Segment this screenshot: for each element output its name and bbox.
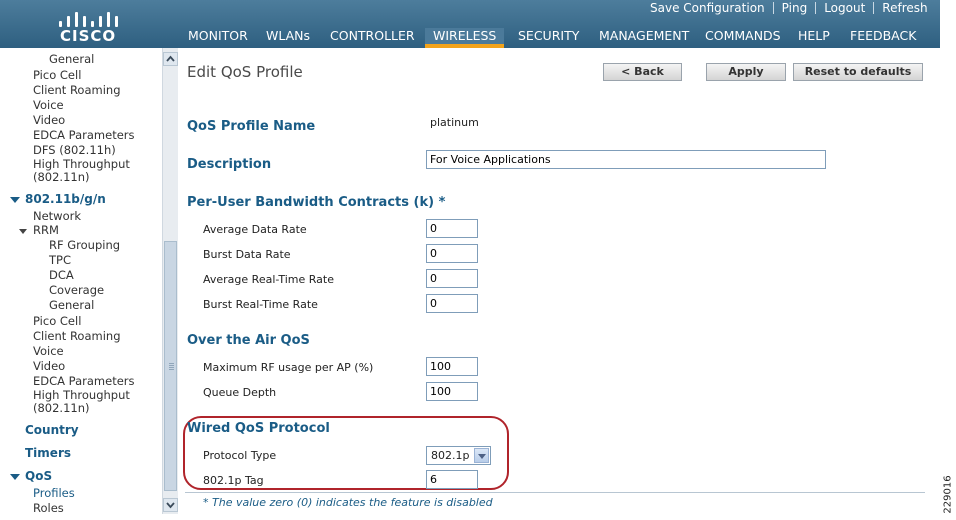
sidebar-item-pico-cell[interactable]: Pico Cell — [33, 69, 81, 82]
chevron-down-icon[interactable] — [474, 448, 489, 463]
max-rf-usage-label: Maximum RF usage per AP (%) — [203, 361, 374, 374]
main-content: Edit QoS Profile < Back Apply Reset to d… — [178, 48, 940, 520]
sidebar-section-timers[interactable]: Timers — [25, 447, 71, 460]
sidebar-item-high-throughput-sub[interactable]: (802.11n) — [33, 171, 90, 184]
expand-arrow-icon[interactable] — [10, 474, 20, 480]
nav-monitor[interactable]: MONITOR — [180, 28, 256, 48]
sidebar-item-general[interactable]: General — [49, 53, 94, 66]
utility-links: Save Configuration Ping Logout Refresh — [650, 1, 940, 15]
logo-text: CISCO — [60, 27, 117, 45]
logout-link[interactable]: Logout — [824, 1, 865, 15]
scroll-down-icon[interactable] — [163, 498, 178, 512]
bandwidth-section-title: Per-User Bandwidth Contracts (k) * — [187, 195, 446, 210]
sidebar-item-roles[interactable]: Roles — [33, 502, 64, 515]
expand-arrow-icon[interactable] — [19, 229, 27, 234]
description-label: Description — [187, 157, 272, 172]
nav-management[interactable]: MANAGEMENT — [591, 28, 697, 48]
expand-arrow-icon[interactable] — [10, 197, 20, 203]
burst-realtime-rate-label: Burst Real-Time Rate — [203, 298, 318, 311]
air-qos-section-title: Over the Air QoS — [187, 333, 310, 348]
description-input[interactable]: For Voice Applications — [426, 150, 826, 169]
page-title: Edit QoS Profile — [187, 63, 303, 81]
back-button[interactable]: < Back — [603, 63, 682, 81]
sidebar-section-80211bgn[interactable]: 802.11b/g/n — [25, 193, 106, 206]
sidebar-item-network[interactable]: Network — [33, 210, 81, 223]
queue-depth-input[interactable]: 100 — [426, 382, 478, 401]
queue-depth-label: Queue Depth — [203, 386, 277, 399]
nav-controller[interactable]: CONTROLLER — [322, 28, 423, 48]
sidebar-item-client-roaming[interactable]: Client Roaming — [33, 84, 121, 97]
sidebar-item-video[interactable]: Video — [33, 114, 65, 127]
sidebar-item-pico-cell-2[interactable]: Pico Cell — [33, 315, 81, 328]
ping-link[interactable]: Ping — [782, 1, 808, 15]
sidebar-item-high-throughput-sub-2[interactable]: (802.11n) — [33, 402, 90, 415]
refresh-link[interactable]: Refresh — [882, 1, 927, 15]
profile-name-value: platinum — [430, 116, 479, 129]
sidebar-item-general-2[interactable]: General — [49, 299, 94, 312]
burst-data-rate-label: Burst Data Rate — [203, 248, 291, 261]
8021p-tag-input[interactable]: 6 — [426, 470, 478, 489]
burst-realtime-rate-input[interactable]: 0 — [426, 294, 478, 313]
reset-to-defaults-button[interactable]: Reset to defaults — [793, 63, 923, 81]
sidebar-item-edca-parameters[interactable]: EDCA Parameters — [33, 129, 135, 142]
figure-id: 229016 — [942, 475, 954, 514]
protocol-type-label: Protocol Type — [203, 449, 277, 462]
sidebar-item-tpc[interactable]: TPC — [49, 254, 71, 267]
sidebar-item-dfs[interactable]: DFS (802.11h) — [33, 144, 116, 157]
average-realtime-rate-input[interactable]: 0 — [426, 269, 478, 288]
sidebar-item-dca[interactable]: DCA — [49, 269, 74, 282]
sidebar-item-client-roaming-2[interactable]: Client Roaming — [33, 330, 121, 343]
nav-wlans[interactable]: WLANs — [258, 28, 318, 48]
sidebar-item-rf-grouping[interactable]: RF Grouping — [49, 239, 120, 252]
sidebar-item-edca-parameters-2[interactable]: EDCA Parameters — [33, 375, 135, 388]
scroll-up-icon[interactable] — [163, 52, 178, 66]
protocol-type-value: 802.1p — [431, 449, 470, 462]
apply-button[interactable]: Apply — [706, 63, 786, 81]
profile-name-label: QoS Profile Name — [187, 119, 316, 134]
sidebar-item-profiles[interactable]: Profiles — [33, 487, 75, 500]
scroll-thumb[interactable] — [164, 241, 177, 491]
burst-data-rate-input[interactable]: 0 — [426, 244, 478, 263]
sidebar-menu: General Pico Cell Client Roaming Voice V… — [0, 48, 162, 520]
sidebar-item-rrm[interactable]: RRM — [33, 224, 59, 237]
top-header: CISCO Save Configuration Ping Logout Refres… — [0, 0, 940, 48]
average-data-rate-label: Average Data Rate — [203, 223, 307, 236]
save-configuration-link[interactable]: Save Configuration — [650, 1, 765, 15]
average-data-rate-input[interactable]: 0 — [426, 219, 478, 238]
cisco-logo: CISCO — [52, 5, 124, 45]
divider — [185, 492, 925, 493]
sidebar-scrollbar[interactable] — [162, 48, 178, 514]
nav-commands[interactable]: COMMANDS — [697, 28, 789, 48]
protocol-type-select[interactable]: 802.1p — [426, 446, 491, 465]
sidebar-item-voice-2[interactable]: Voice — [33, 345, 64, 358]
average-realtime-rate-label: Average Real-Time Rate — [203, 273, 334, 286]
8021p-tag-label: 802.1p Tag — [203, 474, 264, 487]
max-rf-usage-input[interactable]: 100 — [426, 357, 478, 376]
wired-qos-section-title: Wired QoS Protocol — [187, 421, 330, 436]
nav-feedback[interactable]: FEEDBACK — [842, 28, 924, 48]
footnote: * The value zero (0) indicates the featu… — [203, 496, 493, 509]
sidebar-section-qos[interactable]: QoS — [25, 470, 52, 483]
nav-security[interactable]: SECURITY — [510, 28, 587, 48]
nav-help[interactable]: HELP — [790, 28, 838, 48]
sidebar-item-coverage[interactable]: Coverage — [49, 284, 104, 297]
sidebar-item-voice[interactable]: Voice — [33, 99, 64, 112]
nav-wireless[interactable]: WIRELESS — [425, 28, 505, 48]
sidebar-section-country[interactable]: Country — [25, 424, 79, 437]
sidebar-item-video-2[interactable]: Video — [33, 360, 65, 373]
